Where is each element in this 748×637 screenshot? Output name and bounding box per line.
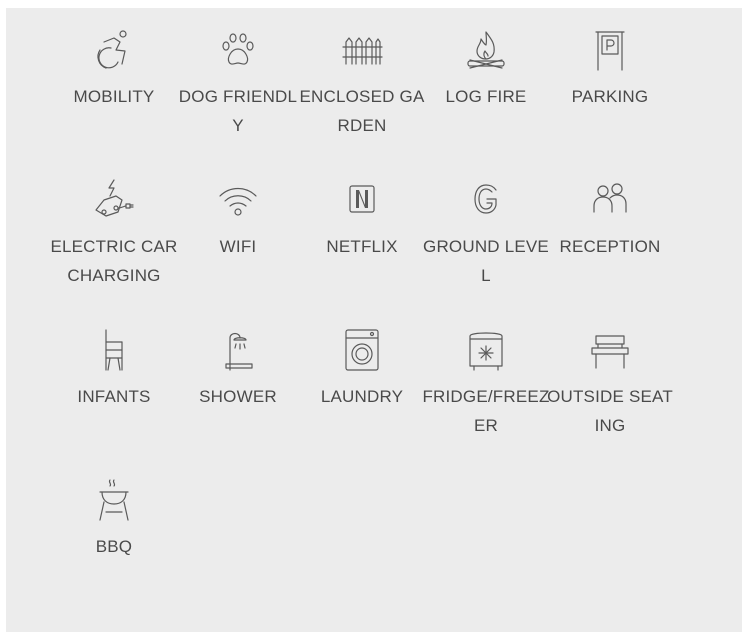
bench-icon [591, 335, 629, 369]
amenity-label: NETFLIX [326, 237, 398, 256]
bbq-icon [99, 479, 129, 521]
amenity-laundry: LAUNDRY [298, 328, 426, 411]
amenity-label: LOG FIRE [445, 87, 527, 106]
amenity-infants: INFANTS [50, 328, 178, 411]
parking-icon [595, 31, 625, 71]
amenity-label: RECEPTION [559, 237, 661, 256]
amenity-label: ENCLOSED GARDEN [299, 87, 425, 135]
amenity-label: GROUND LEVEL [423, 237, 549, 285]
amenity-label: DOG FRIENDLY [178, 87, 298, 135]
amenity-label: INFANTS [77, 387, 151, 406]
washing-machine-icon [345, 329, 379, 371]
wifi-icon [219, 187, 257, 216]
amenity-bbq: BBQ [50, 478, 178, 561]
amenity-label: PARKING [571, 87, 649, 106]
amenity-outside-seating: OUTSIDE SEATING [546, 328, 674, 440]
amenity-fridge-freezer: FRIDGE/FREEZER [422, 328, 550, 440]
electric-car-icon [95, 179, 134, 217]
amenity-netflix: NETFLIX [298, 178, 426, 261]
paw-icon [222, 33, 254, 65]
netflix-icon [349, 185, 375, 213]
fridge-icon [469, 332, 503, 371]
amenity-shower: SHOWER [174, 328, 302, 411]
amenity-label: ELECTRIC CAR CHARGING [50, 237, 178, 285]
amenities-panel: MOBILITY DOG FRIENDLY ENCLOSED GARDEN LO… [6, 8, 742, 632]
amenity-label: MOBILITY [73, 87, 155, 106]
shower-icon [225, 332, 253, 371]
amenity-wifi: WIFI [174, 178, 302, 261]
amenity-label: SHOWER [199, 387, 277, 406]
amenity-log-fire: LOG FIRE [422, 28, 550, 111]
amenity-mobility: MOBILITY [50, 28, 178, 111]
amenity-ground-level: GROUND LEVEL [422, 178, 550, 290]
amenity-dog-friendly: DOG FRIENDLY [174, 28, 302, 140]
amenity-label: FRIDGE/FREEZER [422, 387, 550, 435]
ground-level-icon [474, 184, 497, 214]
reception-icon [593, 183, 627, 213]
amenity-label: BBQ [95, 537, 133, 556]
amenity-reception: RECEPTION [546, 178, 674, 261]
amenity-electric-car-charging: ELECTRIC CAR CHARGING [50, 178, 178, 290]
amenity-parking: PARKING [546, 28, 674, 111]
log-fire-icon [467, 31, 505, 69]
fence-icon [342, 37, 383, 65]
amenity-label: OUTSIDE SEATING [547, 387, 673, 435]
amenity-label: WIFI [219, 237, 257, 256]
wheelchair-icon [97, 30, 127, 69]
amenity-enclosed-garden: ENCLOSED GARDEN [298, 28, 426, 140]
amenity-label: LAUNDRY [320, 387, 404, 406]
high-chair-icon [105, 329, 123, 371]
